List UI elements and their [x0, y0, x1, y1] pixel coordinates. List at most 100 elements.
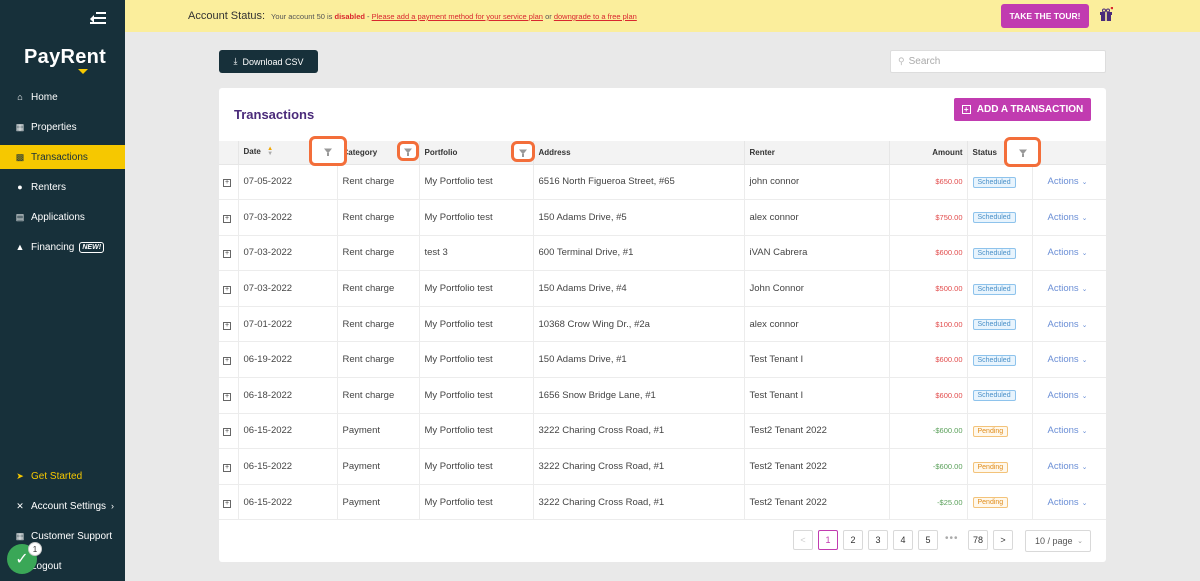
expand-cell[interactable]: + — [219, 377, 239, 414]
actions-dropdown[interactable]: Actions ⌄ — [1032, 341, 1106, 379]
search-input[interactable]: ⚲ Search — [890, 50, 1106, 73]
actions-dropdown[interactable]: Actions ⌄ — [1032, 270, 1106, 307]
add-payment-link[interactable]: Please add a payment method for your ser… — [372, 12, 543, 21]
header-amount-label: Amount — [932, 147, 963, 157]
chevron-down-icon: ⌄ — [1081, 321, 1088, 329]
expand-cell[interactable]: + — [219, 199, 239, 236]
sort-icon[interactable]: ▲ ▼ — [267, 146, 273, 157]
cell-address: 3222 Charing Cross Road, #1 — [533, 484, 745, 521]
chevron-down-icon: ⌄ — [1081, 250, 1088, 258]
table-row[interactable]: +07-05-2022 Rent charge My Portfolio test 6… — [219, 164, 1106, 201]
status-badge: Pending — [972, 461, 1009, 473]
menu-collapse-icon[interactable] — [90, 12, 106, 26]
actions-label: Actions — [1047, 247, 1079, 259]
expand-cell[interactable]: + — [219, 270, 239, 307]
expand-row-icon[interactable]: + — [223, 392, 231, 401]
table-row[interactable]: +06-19-2022 Rent charge My Portfolio test 1… — [219, 341, 1106, 379]
expand-cell[interactable]: + — [219, 448, 239, 485]
next-page-button[interactable]: > — [993, 530, 1013, 550]
gift-icon[interactable] — [1099, 7, 1113, 21]
expand-row-icon[interactable]: + — [223, 179, 231, 188]
date-filter-icon[interactable] — [309, 136, 347, 166]
take-tour-button[interactable]: TAKE THE TOUR! — [1001, 4, 1089, 28]
sidebar-item-applications[interactable]: ▤ Applications — [0, 205, 125, 229]
sidebar-item-label: Properties — [31, 121, 77, 133]
actions-dropdown[interactable]: Actions ⌄ — [1032, 306, 1106, 343]
sidebar-item-properties[interactable]: ▦ Properties — [0, 115, 125, 139]
actions-label: Actions — [1047, 496, 1079, 508]
expand-cell[interactable]: + — [219, 164, 239, 201]
expand-cell[interactable]: + — [219, 484, 239, 521]
table-row[interactable]: +07-03-2022 Rent charge test 3 600 Terminal… — [219, 235, 1106, 272]
page-4-button[interactable]: 4 — [893, 530, 913, 550]
table-row[interactable]: +06-15-2022 Payment My Portfolio test 3222 … — [219, 413, 1106, 450]
table-row[interactable]: +06-15-2022 Payment My Portfolio test 3222 … — [219, 484, 1106, 521]
table-row[interactable]: +07-03-2022 Rent charge My Portfolio test 1… — [219, 270, 1106, 307]
actions-dropdown[interactable]: Actions ⌄ — [1032, 164, 1106, 201]
sidebar-item-transactions[interactable]: ▩ Transactions — [0, 145, 125, 169]
actions-dropdown[interactable]: Actions ⌄ — [1032, 377, 1106, 414]
add-transaction-label: ADD A TRANSACTION — [976, 104, 1084, 115]
header-amount: Amount — [889, 141, 968, 165]
expand-cell[interactable]: + — [219, 235, 239, 272]
category-filter-icon[interactable] — [397, 141, 419, 161]
banner-msg-prefix: Your account 50 is — [271, 12, 335, 21]
sidebar-item-home[interactable]: ⌂ Home — [0, 85, 125, 109]
sidebar-item-renters[interactable]: ● Renters — [0, 175, 125, 199]
page-5-button[interactable]: 5 — [918, 530, 938, 550]
expand-row-icon[interactable]: + — [223, 499, 231, 508]
downgrade-link[interactable]: downgrade to a free plan — [554, 12, 637, 21]
transactions-card: Transactions + ADD A TRANSACTION Date ▲ ▼… — [219, 88, 1106, 562]
expand-cell[interactable]: + — [219, 306, 239, 343]
actions-dropdown[interactable]: Actions ⌄ — [1032, 235, 1106, 272]
sidebar-item-account-settings[interactable]: ✕ Account Settings › — [0, 494, 125, 518]
actions-dropdown[interactable]: Actions ⌄ — [1032, 413, 1106, 450]
header-date-label: Date — [243, 147, 261, 157]
logo[interactable]: PayRent — [24, 46, 106, 74]
cell-status: Scheduled — [967, 235, 1033, 272]
transactions-table: Date ▲ ▼ Category Portfolio Address Rente… — [219, 141, 1106, 521]
banner-message: Your account 50 is disabled - Please add… — [271, 12, 637, 21]
cell-category: Rent charge — [337, 306, 420, 343]
expand-row-icon[interactable]: + — [223, 464, 231, 473]
expand-row-icon[interactable]: + — [223, 286, 231, 295]
table-row[interactable]: +07-01-2022 Rent charge My Portfolio test 1… — [219, 306, 1106, 343]
cell-address: 3222 Charing Cross Road, #1 — [533, 413, 745, 450]
expand-cell[interactable]: + — [219, 341, 239, 379]
banner-dash: - — [364, 12, 372, 21]
portfolio-filter-icon[interactable] — [511, 141, 535, 162]
add-transaction-button[interactable]: + ADD A TRANSACTION — [954, 98, 1091, 121]
page-1-button[interactable]: 1 — [818, 530, 838, 550]
sidebar-item-get-started[interactable]: ➤ Get Started — [0, 464, 125, 488]
properties-icon: ▦ — [15, 121, 25, 132]
chevron-down-icon: ⌄ — [1081, 214, 1088, 222]
actions-dropdown[interactable]: Actions ⌄ — [1032, 484, 1106, 521]
page-78-button[interactable]: 78 — [968, 530, 988, 550]
cell-address: 3222 Charing Cross Road, #1 — [533, 448, 745, 485]
table-row[interactable]: +06-18-2022 Rent charge My Portfolio test 1… — [219, 377, 1106, 414]
page-size-select[interactable]: 10 / page ⌄ — [1025, 530, 1091, 552]
expand-row-icon[interactable]: + — [223, 214, 231, 223]
cell-amount: -$600.00 — [889, 448, 968, 485]
expand-row-icon[interactable]: + — [223, 321, 231, 330]
actions-dropdown[interactable]: Actions ⌄ — [1032, 448, 1106, 485]
header-address-label: Address — [538, 147, 571, 157]
download-csv-button[interactable]: ⤓ Download CSV — [219, 50, 318, 73]
header-renter-label: Renter — [749, 147, 775, 157]
expand-cell[interactable]: + — [219, 413, 239, 450]
sidebar-item-financing[interactable]: ▲ Financing NEW! — [0, 235, 125, 259]
expand-row-icon[interactable]: + — [223, 428, 231, 437]
prev-page-button[interactable]: < — [793, 530, 813, 550]
actions-dropdown[interactable]: Actions ⌄ — [1032, 199, 1106, 236]
page-3-button[interactable]: 3 — [868, 530, 888, 550]
expand-row-icon[interactable]: + — [223, 357, 231, 366]
amount-value: $600.00 — [935, 390, 963, 400]
status-filter-icon[interactable] — [1004, 137, 1041, 167]
page-2-button[interactable]: 2 — [843, 530, 863, 550]
pagination-ellipsis[interactable]: ••• — [945, 533, 959, 544]
table-row[interactable]: +07-03-2022 Rent charge My Portfolio test 1… — [219, 199, 1106, 236]
amount-value: $100.00 — [935, 319, 963, 329]
expand-row-icon[interactable]: + — [223, 250, 231, 259]
table-row[interactable]: +06-15-2022 Payment My Portfolio test 3222 … — [219, 448, 1106, 485]
cell-renter: alex connor — [744, 306, 890, 343]
